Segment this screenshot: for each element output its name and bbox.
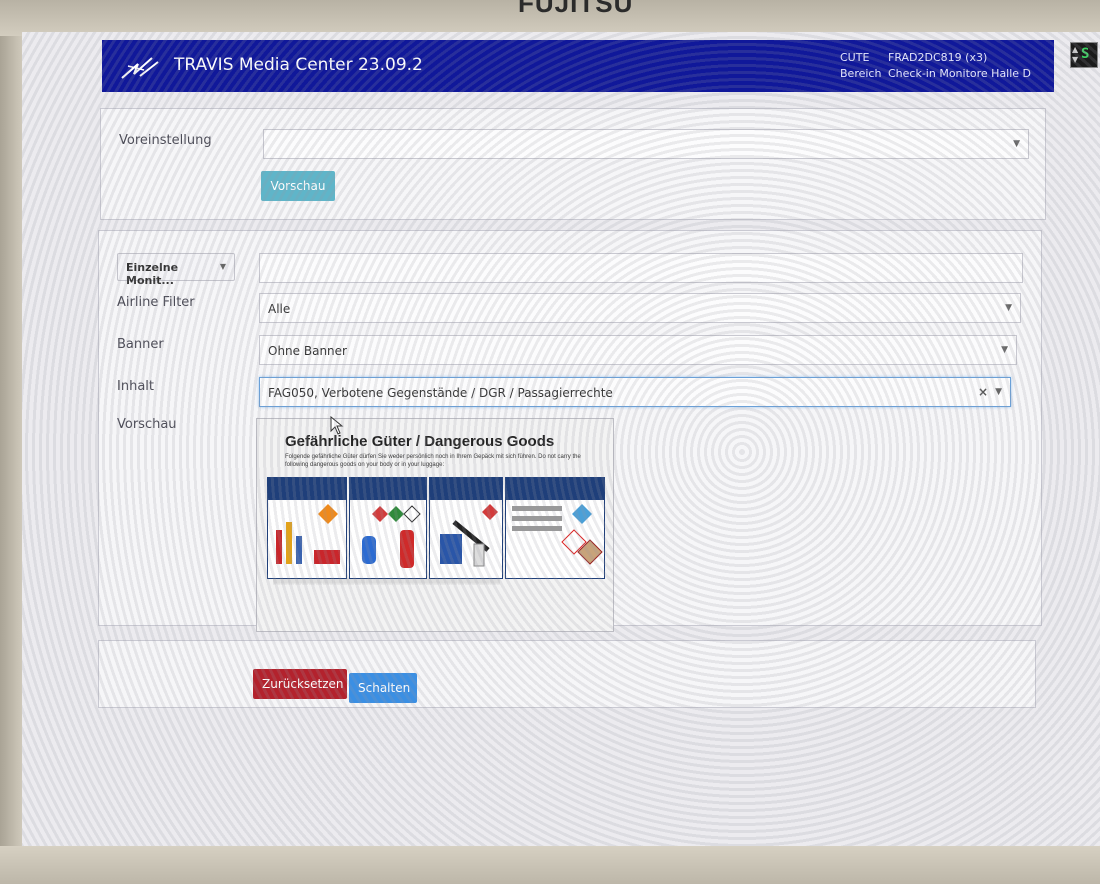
area-label: Bereich [840,67,882,80]
reset-button[interactable]: Zurücksetzen [253,669,347,699]
banner-value: Ohne Banner [268,344,347,358]
clear-icon[interactable]: × [978,385,988,399]
chevron-down-icon: ▼ [1013,139,1020,149]
chevron-down-icon: ▼ [1005,303,1012,313]
content-label: Inhalt [117,379,154,394]
header-meta: CUTE FRAD2DC819 (x3) Bereich Check-in Moni… [840,50,1031,82]
travis-logo-icon [121,57,159,79]
poster-column-toxic [505,477,605,579]
preview-label: Vorschau [117,417,177,432]
app-title: TRAVIS Media Center 23.09.2 [174,55,423,75]
action-panel: Zurücksetzen Schalten [98,640,1036,708]
chevron-down-icon: ▼ [219,262,226,271]
poster-column-flammables [429,477,503,579]
monitor-bezel-left [0,36,22,884]
mode-select[interactable]: Einzelne Monit... ▼ [117,253,235,287]
side-counter-widget[interactable]: ▲ ▼ S [1070,42,1098,68]
area-value: Check-in Monitore Halle D [888,67,1032,80]
poster-title: Gefährliche Güter / Dangerous Goods [285,433,555,450]
content-select[interactable]: FAG050, Verbotene Gegenstände / DGR / Pa… [259,377,1011,407]
monitor-bezel-top: FUJITSU [0,0,1100,36]
chevron-down-icon: ▼ [995,387,1002,397]
airline-filter-label: Airline Filter [117,295,195,310]
poster-column-gases [349,477,427,579]
content-value: FAG050, Verbotene Gegenstände / DGR / Pa… [268,386,613,400]
banner-select[interactable]: Ohne Banner ▼ [259,335,1017,365]
airline-filter-value: Alle [268,302,291,316]
switch-button[interactable]: Schalten [349,673,417,703]
flammable-liquid-icon [440,504,498,567]
hazard-symbols-icon [512,504,603,565]
poster-footer: ░░░░░░░░░░░░░░░░░░░░░░░░░░░░░░░░░░░░░░░░… [273,579,500,585]
preview-button[interactable]: Vorschau [261,171,335,201]
fireworks-icon [276,504,340,564]
poster-subtitle: Folgende gefährliche Güter dürfen Sie we… [285,454,581,468]
gas-canister-icon [362,505,421,568]
screen: TRAVIS Media Center 23.09.2 CUTE FRAD2DC8… [22,32,1100,846]
cute-value: FRAD2DC819 (x3) [888,51,988,64]
mode-select-value: Einzelne Monit... [126,261,179,287]
monitor-field[interactable] [259,253,1023,283]
monitor-brand: FUJITSU [518,0,634,18]
app-header: TRAVIS Media Center 23.09.2 CUTE FRAD2DC8… [102,40,1054,92]
banner-label: Banner [117,337,164,352]
preset-select[interactable]: ▼ [263,129,1029,159]
chevron-down-icon: ▼ [1001,345,1008,355]
airline-filter-select[interactable]: Alle ▼ [259,293,1021,323]
cute-label: CUTE [840,51,870,64]
poster-column-explosives [267,477,347,579]
preset-panel: Voreinstellung ▼ Vorschau [100,108,1046,220]
side-counter-digit: S [1081,46,1090,62]
mouse-cursor-icon [330,416,344,435]
preview-image: Gefährliche Güter / Dangerous Goods Folg… [256,418,614,632]
up-down-icon: ▲ ▼ [1072,45,1079,64]
monitor-bezel-bottom [0,846,1100,884]
preset-label: Voreinstellung [119,133,212,148]
